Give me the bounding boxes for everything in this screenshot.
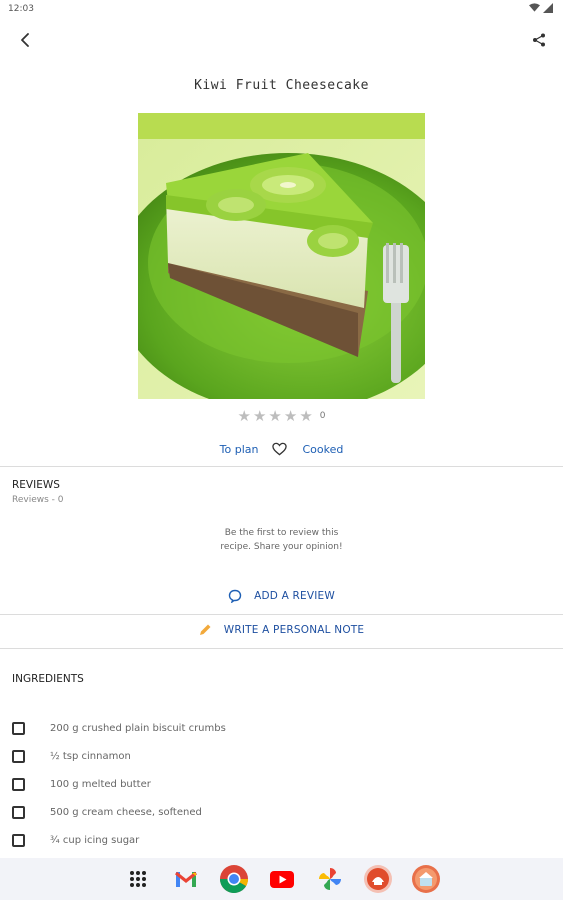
status-time: 12:03 <box>8 4 34 14</box>
to-plan-button[interactable]: To plan <box>220 443 259 456</box>
empty-line-2: recipe. Share your opinion! <box>220 542 343 552</box>
recipe-actions: To plan Cooked <box>0 441 563 457</box>
status-icons <box>529 3 553 13</box>
ingredient-item[interactable]: ½ tsp cinnamon <box>12 742 552 770</box>
chef-app-icon <box>411 865 440 893</box>
pencil-icon <box>199 624 211 635</box>
star-icon[interactable]: ★ <box>238 408 251 424</box>
add-review-label: ADD A REVIEW <box>254 590 335 602</box>
rating[interactable]: ★ ★ ★ ★ ★ 0 <box>0 408 563 424</box>
star-icon[interactable]: ★ <box>253 408 266 424</box>
ingredient-item[interactable]: 100 g melted butter <box>12 770 552 798</box>
ingredient-item[interactable]: 200 g crushed plain biscuit crumbs <box>12 714 552 742</box>
recipe-app-1[interactable] <box>362 863 394 895</box>
ingredient-text: ½ tsp cinnamon <box>50 750 131 762</box>
recipe-photo <box>138 113 425 399</box>
apps-grid-icon <box>129 871 146 887</box>
ingredient-item[interactable]: ¾ cup icing sugar <box>12 826 552 854</box>
app-drawer-button[interactable] <box>122 863 154 895</box>
app-dock <box>0 858 563 900</box>
star-icon[interactable]: ★ <box>268 408 281 424</box>
comment-icon <box>228 589 242 603</box>
ingredient-checkbox[interactable] <box>12 721 25 735</box>
star-icon[interactable]: ★ <box>284 408 297 424</box>
wifi-icon <box>529 3 540 12</box>
recipe-title: Kiwi Fruit Cheesecake <box>194 78 369 93</box>
ingredient-text: ¾ cup icing sugar <box>50 834 140 846</box>
youtube-app[interactable] <box>266 863 298 895</box>
add-review-button[interactable]: ADD A REVIEW <box>0 589 563 603</box>
ingredient-checkbox[interactable] <box>12 833 25 847</box>
share-button[interactable] <box>527 28 551 52</box>
divider <box>0 614 563 615</box>
recipe-app-2[interactable] <box>410 863 442 895</box>
reviews-title: REVIEWS <box>12 479 60 491</box>
share-icon <box>533 33 545 47</box>
photos-icon <box>318 868 341 890</box>
chrome-icon <box>219 865 248 893</box>
ingredient-checkbox[interactable] <box>12 749 25 763</box>
signal-icon <box>543 3 553 13</box>
back-button[interactable] <box>14 28 38 52</box>
ingredient-text: 100 g melted butter <box>50 778 151 790</box>
cooked-button[interactable]: Cooked <box>302 443 343 456</box>
reviews-empty-message: Be the first to review this recipe. Shar… <box>0 526 563 554</box>
empty-line-1: Be the first to review this <box>224 528 339 538</box>
cookbook-app-icon <box>363 865 392 893</box>
ingredient-checkbox[interactable] <box>12 805 25 819</box>
write-note-button[interactable]: WRITE A PERSONAL NOTE <box>0 623 563 636</box>
reviews-count: Reviews - 0 <box>12 495 64 505</box>
youtube-icon <box>269 870 294 888</box>
ingredient-item[interactable]: 500 g cream cheese, softened <box>12 798 552 826</box>
divider <box>0 648 563 649</box>
heart-icon <box>272 442 288 456</box>
back-arrow-icon <box>21 33 29 47</box>
ingredients-list: 200 g crushed plain biscuit crumbs ½ tsp… <box>12 714 552 854</box>
ingredient-text: 200 g crushed plain biscuit crumbs <box>50 722 226 734</box>
divider <box>0 466 563 467</box>
rating-count: 0 <box>319 411 326 421</box>
gmail-app[interactable] <box>170 863 202 895</box>
photos-app[interactable] <box>314 863 346 895</box>
chrome-app[interactable] <box>218 863 250 895</box>
star-icon[interactable]: ★ <box>299 408 312 424</box>
favorite-button[interactable] <box>272 441 288 457</box>
status-bar: 12:03 <box>0 0 563 20</box>
ingredient-text: 500 g cream cheese, softened <box>50 806 202 818</box>
cheesecake-image <box>138 113 425 399</box>
ingredient-checkbox[interactable] <box>12 777 25 791</box>
write-note-label: WRITE A PERSONAL NOTE <box>223 623 365 636</box>
ingredients-title: INGREDIENTS <box>12 673 84 685</box>
app-bar <box>0 20 563 60</box>
gmail-icon <box>174 871 197 887</box>
